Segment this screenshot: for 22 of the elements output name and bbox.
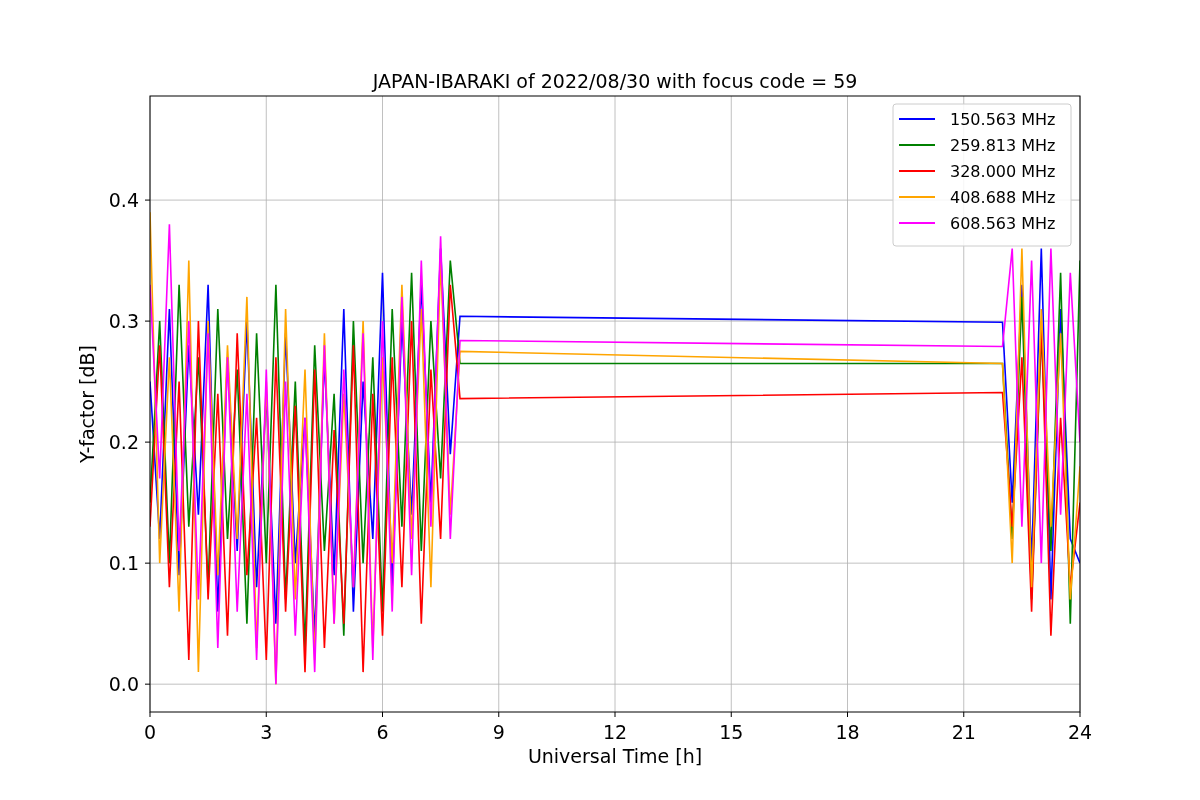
legend-label: 408.688 MHz bbox=[950, 188, 1056, 207]
x-axis-label: Universal Time [h] bbox=[527, 745, 703, 767]
tick-label: 18 bbox=[835, 721, 860, 743]
tick-label: 12 bbox=[602, 721, 628, 743]
tick-label: 9 bbox=[492, 721, 505, 743]
y-axis-label: Y-factor [dB] bbox=[76, 345, 98, 463]
tick-label: 15 bbox=[719, 721, 744, 743]
chart-title: JAPAN-IBARAKI of 2022/08/30 with focus code = 59 bbox=[372, 70, 858, 92]
tick-label: 21 bbox=[951, 721, 976, 743]
legend-label: 259.813 MHz bbox=[950, 136, 1056, 155]
tick-label: 0.2 bbox=[108, 431, 139, 454]
tick-label: 0.3 bbox=[108, 310, 139, 333]
tick-label: 0.4 bbox=[108, 189, 139, 212]
tick-label: 0.0 bbox=[108, 673, 139, 696]
legend-label: 608.563 MHz bbox=[950, 214, 1056, 233]
tick-label: 24 bbox=[1067, 721, 1093, 743]
tick-label: 6 bbox=[376, 721, 389, 743]
legend-label: 328.000 MHz bbox=[950, 162, 1056, 181]
tick-label: 3 bbox=[260, 721, 273, 743]
tick-label: 0 bbox=[143, 721, 157, 743]
tick-label: 0.1 bbox=[108, 552, 139, 575]
legend-label: 150.563 MHz bbox=[950, 110, 1056, 129]
